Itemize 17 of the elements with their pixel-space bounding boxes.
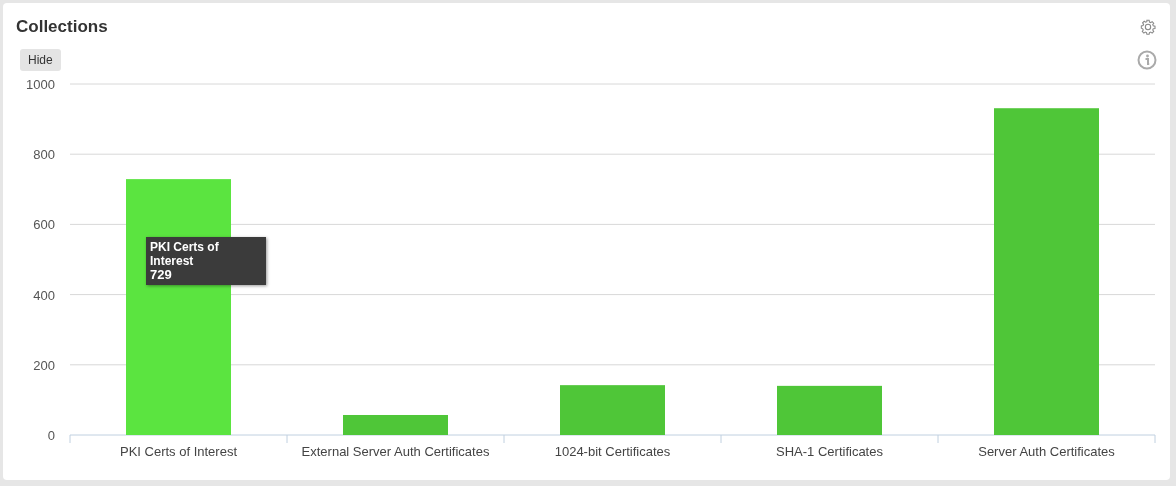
category-label: PKI Certs of Interest — [120, 444, 237, 459]
category-label: External Server Auth Certificates — [301, 444, 490, 459]
y-tick-label: 0 — [47, 428, 55, 443]
info-icon[interactable] — [1137, 50, 1157, 70]
y-tick-label: 1000 — [26, 77, 55, 92]
category-label: Server Auth Certificates — [978, 444, 1115, 459]
y-tick-label: 600 — [33, 217, 55, 233]
tooltip-title: PKI Certs of Interest — [150, 240, 220, 269]
category-label: 1024-bit Certificates — [554, 444, 671, 459]
settings-icon[interactable] — [1140, 19, 1156, 35]
y-tick-label: 800 — [33, 147, 55, 163]
panel-title: Collections — [16, 17, 108, 37]
tooltip-value: 729 — [150, 268, 173, 283]
hide-button[interactable]: Hide — [20, 49, 61, 71]
y-tick-label: 200 — [33, 357, 55, 373]
y-tick-label: 400 — [33, 287, 55, 303]
category-label: SHA-1 Certificates — [776, 444, 883, 459]
